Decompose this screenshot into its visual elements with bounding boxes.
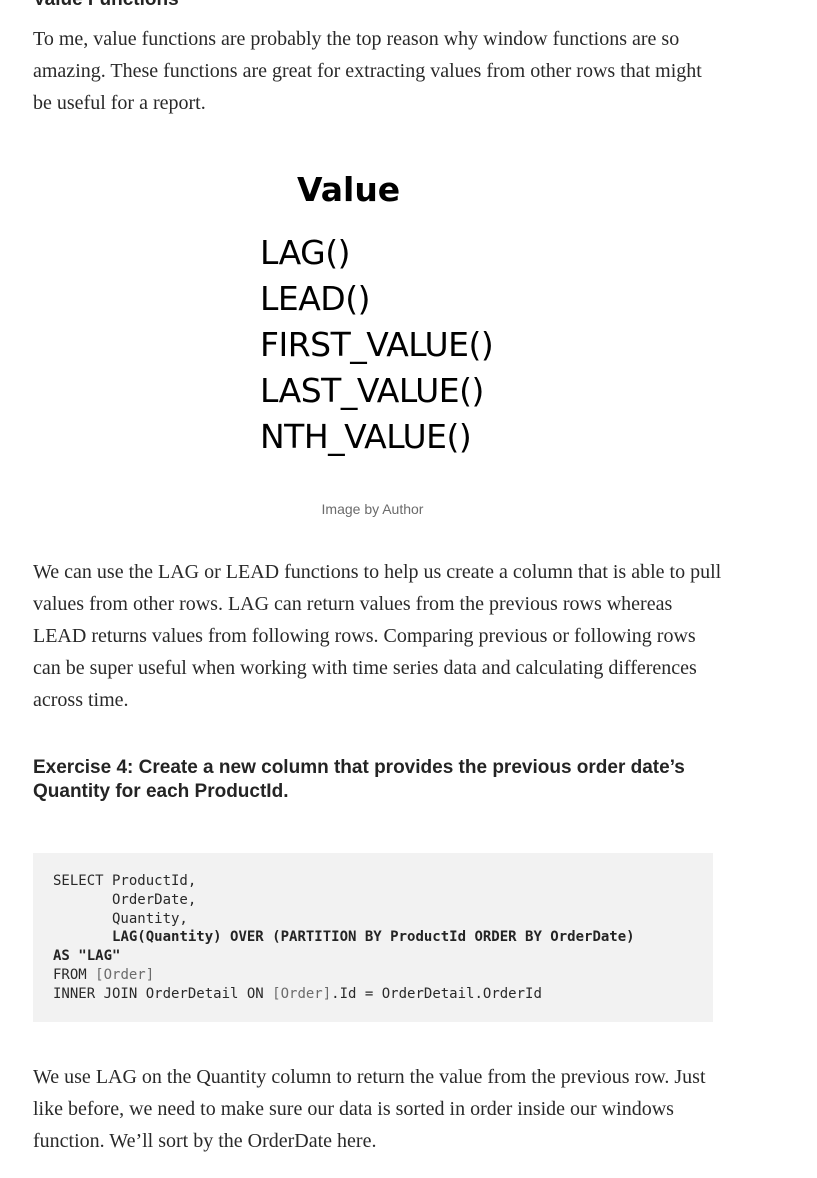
- figure-item-first-value: FIRST_VALUE(): [260, 325, 494, 364]
- intro-paragraph: To me, value functions are probably the …: [33, 28, 702, 114]
- code-line: FROM [Order]: [53, 966, 693, 985]
- code-line-alias: AS "LAG": [53, 948, 121, 965]
- figure-item-lag: LAG(): [260, 233, 350, 272]
- figure-caption: Image by Author: [321, 501, 424, 517]
- code-line: LAG(Quantity) OVER (PARTITION BY Product…: [53, 928, 693, 947]
- code-line: OrderDate,: [53, 891, 197, 908]
- closing-paragraph: We use LAG on the Quantity column to ret…: [33, 1066, 706, 1152]
- figure-item-lead: LEAD(): [260, 279, 370, 318]
- code-line: SELECT ProductId,: [53, 873, 197, 889]
- code-join: INNER JOIN OrderDetail ON: [53, 985, 273, 1002]
- lag-lead-paragraph: We can use the LAG or LEAD functions to …: [33, 561, 722, 711]
- figure-item-last-value: LAST_VALUE(): [260, 371, 484, 410]
- figure-item-nth-value: NTH_VALUE(): [260, 417, 472, 456]
- exercise-heading: Exercise 4: Create a new column that pro…: [33, 757, 685, 802]
- code-table-name: [Order]: [95, 966, 155, 983]
- figure-function-list: LAG() LEAD() FIRST_VALUE() LAST_VALUE() …: [260, 230, 494, 460]
- code-table-name: [Order]: [272, 985, 332, 1002]
- code-line: INNER JOIN OrderDetail ON [Order].Id = O…: [53, 985, 693, 1004]
- figure-title: Value: [297, 170, 401, 209]
- code-block[interactable]: SELECT ProductId, OrderDate, Quantity, L…: [33, 853, 713, 1022]
- value-functions-figure: Value LAG() LEAD() FIRST_VALUE() LAST_VA…: [0, 160, 745, 470]
- section-heading: Value Functions: [33, 0, 179, 12]
- code-lag-expression: LAG(Quantity) OVER (PARTITION BY Product…: [112, 929, 635, 946]
- code-line: Quantity,: [53, 910, 188, 927]
- code-join-condition: .Id = OrderDetail.OrderId: [331, 985, 542, 1002]
- code-keyword: FROM: [53, 966, 96, 983]
